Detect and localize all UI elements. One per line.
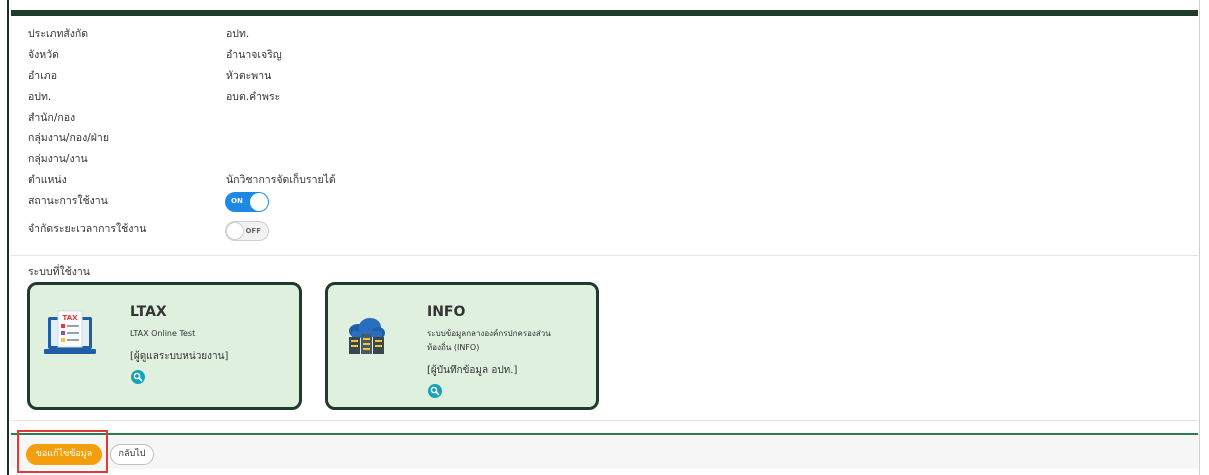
time-limit-label: จำกัดระยะเวลาการใช้งาน [28, 223, 147, 235]
field-value-position: นักวิชาการจัดเก็บรายได้ [226, 174, 336, 186]
tax-icon-text: TAX [62, 314, 78, 322]
search-icon [430, 386, 440, 396]
card-desc-info-line1: ระบบข้อมูลกลางองค์กรปกครองส่วน [427, 329, 551, 338]
toggle-knob [226, 222, 244, 240]
section-divider-bottom [11, 420, 1198, 421]
field-value-province: อำนาจเจริญ [226, 49, 282, 61]
time-limit-toggle[interactable]: OFF [225, 221, 269, 241]
field-label-position: ตำแหน่ง [28, 174, 67, 186]
status-toggle[interactable]: ON [225, 192, 269, 212]
card-title-info: INFO [427, 304, 466, 320]
highlight-box [17, 430, 108, 473]
toggle-knob [250, 193, 268, 211]
card-desc-ltax: LTAX Online Test [130, 329, 196, 338]
right-border [1199, 0, 1200, 475]
field-value-district: หัวตะพาน [226, 70, 272, 82]
status-label: สถานะการใช้งาน [28, 195, 108, 207]
field-label-office: สำนัก/กอง [28, 112, 76, 124]
time-limit-toggle-text: OFF [245, 227, 261, 235]
section-divider [11, 255, 1198, 256]
status-toggle-text: ON [231, 197, 243, 205]
search-icon [133, 372, 143, 382]
search-button-info[interactable] [428, 384, 442, 398]
field-label-local-org: อปท. [28, 91, 52, 103]
field-label-province: จังหวัด [28, 49, 59, 61]
field-label-district: อำเภอ [28, 70, 58, 82]
system-card-ltax[interactable]: TAX LTAX LTAX Online Test [ผู้ดูแลระบบหน… [27, 282, 302, 410]
field-value-local-org: อบต.คำพระ [226, 91, 281, 103]
system-card-info[interactable]: INFO ระบบข้อมูลกลางองค์กรปกครองส่วน ท้อง… [325, 282, 599, 410]
footer-bar [11, 435, 1198, 469]
search-button-ltax[interactable] [131, 370, 145, 384]
card-desc-info-line2: ท้องถิ่น (INFO) [427, 343, 480, 352]
card-role-info: [ผู้บันทึกข้อมูล อปท.] [427, 365, 518, 376]
field-label-workgroup: กลุ่มงาน/งาน [28, 153, 88, 165]
header-bar [11, 10, 1198, 16]
card-title-ltax: LTAX [130, 304, 167, 320]
field-label-division: กลุ่มงาน/กอง/ฝ่าย [28, 132, 109, 144]
tax-document-icon: TAX [44, 310, 96, 354]
cloud-server-icon [349, 318, 385, 354]
back-button[interactable]: กลับไป [110, 444, 154, 465]
card-role-ltax: [ผู้ดูแลระบบหน่วยงาน] [130, 351, 229, 362]
field-label-affiliation-type: ประเภทสังกัด [28, 28, 89, 40]
field-value-affiliation-type: อปท. [226, 28, 250, 40]
systems-title: ระบบที่ใช้งาน [28, 266, 90, 278]
left-border [7, 0, 9, 475]
